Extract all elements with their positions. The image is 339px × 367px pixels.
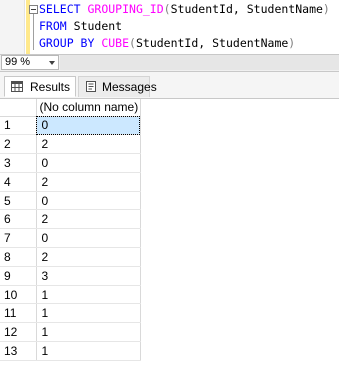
row-number[interactable]: 3 bbox=[0, 153, 37, 173]
grid-cell[interactable]: 2 bbox=[36, 209, 141, 230]
row-number[interactable]: 1 bbox=[0, 116, 37, 136]
table-row[interactable]: 82 bbox=[0, 247, 141, 267]
zoom-dropdown[interactable]: 99 % bbox=[1, 55, 59, 70]
row-number[interactable]: 8 bbox=[0, 247, 37, 267]
function-args: StudentId, StudentName bbox=[170, 2, 323, 16]
tab-label: Results bbox=[30, 80, 71, 94]
results-table: (No column name) 1 0 2 2 3 0 4 2 5 0 6 2 7 0 8 2 9 3 10 1 11… bbox=[0, 99, 141, 361]
zoom-value: 99 % bbox=[5, 56, 31, 68]
open-paren: ( bbox=[129, 36, 136, 50]
horizontal-scrollbar[interactable] bbox=[60, 55, 339, 70]
open-paren: ( bbox=[163, 2, 171, 16]
row-number[interactable]: 11 bbox=[0, 303, 37, 324]
results-tab-strip: Results Messages bbox=[0, 72, 339, 99]
grid-cell[interactable]: 0 bbox=[36, 116, 141, 136]
tab-results[interactable]: Results bbox=[4, 76, 76, 97]
table-row[interactable]: 62 bbox=[0, 209, 141, 230]
messages-icon bbox=[86, 81, 96, 92]
grid-cell[interactable]: 2 bbox=[36, 172, 141, 192]
row-number[interactable]: 5 bbox=[0, 191, 37, 211]
table-row[interactable]: 42 bbox=[0, 172, 141, 192]
close-paren: ) bbox=[322, 2, 330, 16]
keyword: FROM bbox=[39, 19, 67, 33]
grid-cell[interactable]: 3 bbox=[36, 266, 141, 286]
table-row[interactable]: 22 bbox=[0, 134, 141, 155]
row-number[interactable]: 2 bbox=[0, 134, 37, 155]
chevron-down-icon[interactable] bbox=[49, 61, 55, 65]
outline-guide bbox=[33, 14, 34, 50]
grid-icon bbox=[11, 81, 23, 92]
keyword: GROUP BY bbox=[39, 36, 95, 50]
collapse-toggle-icon[interactable] bbox=[29, 5, 38, 14]
table-row[interactable]: 12 1 bbox=[0, 322, 141, 343]
table-row[interactable]: 50 bbox=[0, 191, 141, 211]
table-row[interactable]: 10 1 bbox=[0, 285, 141, 305]
table-row[interactable]: 11 1 bbox=[0, 303, 141, 324]
grid-cell[interactable]: 2 bbox=[36, 247, 141, 267]
code-line-1[interactable]: SELECT GROUPING_ID(StudentId, StudentNam… bbox=[39, 2, 330, 17]
results-grid[interactable]: (No column name) 1 0 2 2 3 0 4 2 5 0 6 2 7 0 8 2 9 3 10 1 11… bbox=[0, 99, 339, 367]
function-args: StudentId, StudentName bbox=[135, 36, 289, 50]
close-paren: ) bbox=[288, 36, 296, 50]
grid-corner[interactable] bbox=[0, 99, 37, 117]
grid-cell[interactable]: 1 bbox=[36, 322, 141, 343]
row-number[interactable]: 6 bbox=[0, 209, 37, 230]
table-row[interactable]: 70 bbox=[0, 228, 141, 249]
table-name: Student bbox=[73, 19, 123, 33]
zoom-bar: 99 % bbox=[0, 55, 339, 72]
query-editor[interactable]: SELECT GROUPING_ID(StudentId, StudentNam… bbox=[0, 0, 339, 55]
row-number[interactable]: 4 bbox=[0, 172, 37, 192]
grid-cell[interactable]: 0 bbox=[36, 153, 141, 173]
row-number[interactable]: 7 bbox=[0, 228, 37, 249]
grid-cell[interactable]: 1 bbox=[36, 285, 141, 305]
table-row[interactable]: 10 bbox=[0, 116, 141, 136]
table-row[interactable]: 13 1 bbox=[0, 341, 141, 361]
grid-cell[interactable]: 1 bbox=[36, 303, 141, 324]
tab-label: Messages bbox=[102, 80, 157, 94]
code-line-3[interactable]: GROUP BY CUBE(StudentId, StudentName) bbox=[39, 36, 295, 51]
row-number[interactable]: 13 bbox=[0, 341, 37, 361]
table-row[interactable]: 30 bbox=[0, 153, 141, 173]
grid-cell[interactable]: 0 bbox=[36, 228, 141, 249]
editor-margin bbox=[0, 0, 25, 54]
tab-messages[interactable]: Messages bbox=[78, 76, 157, 97]
function-name: CUBE bbox=[101, 36, 130, 50]
row-number[interactable]: 10 bbox=[0, 285, 37, 305]
row-number[interactable]: 9 bbox=[0, 266, 37, 286]
grid-cell[interactable]: 0 bbox=[36, 191, 141, 211]
code-line-2[interactable]: FROM Student bbox=[39, 19, 122, 34]
grid-cell[interactable]: 1 bbox=[36, 341, 141, 361]
table-row[interactable]: 93 bbox=[0, 266, 141, 286]
column-header[interactable]: (No column name) bbox=[36, 99, 141, 117]
keyword: SELECT bbox=[39, 2, 81, 16]
row-number[interactable]: 12 bbox=[0, 322, 37, 343]
function-name: GROUPING_ID bbox=[87, 2, 164, 16]
grid-cell[interactable]: 2 bbox=[36, 134, 141, 155]
